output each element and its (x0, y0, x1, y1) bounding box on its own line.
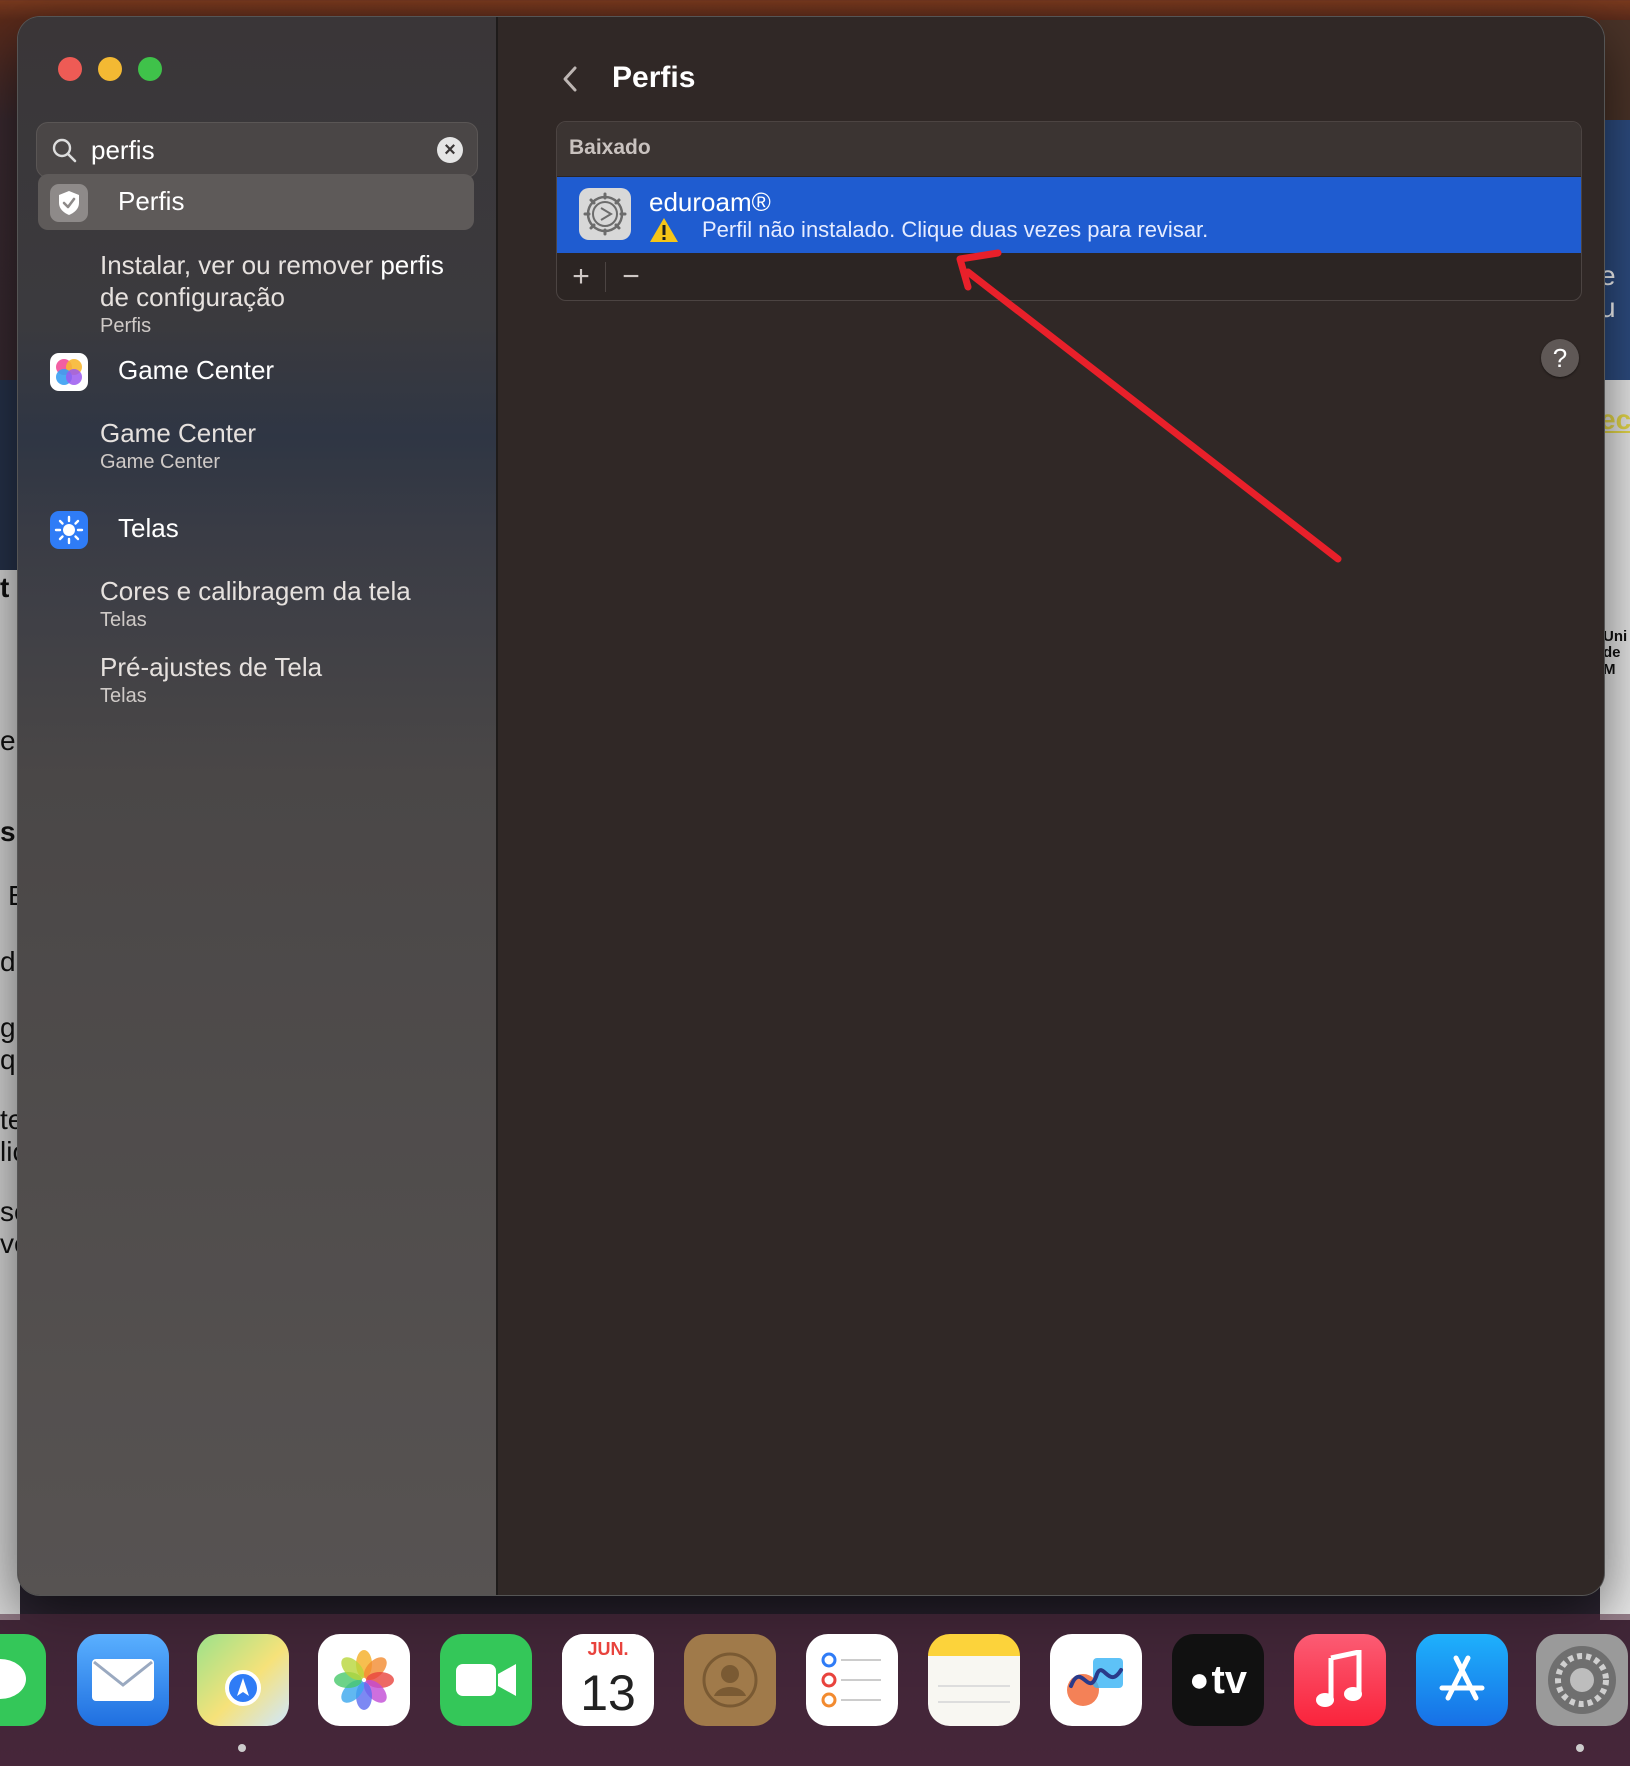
displays-sun-icon (50, 511, 88, 549)
profile-name: eduroam® (649, 187, 771, 217)
bg-fragment: de M (1603, 644, 1621, 678)
search-result-caption: Telas (100, 609, 147, 631)
result-title-highlight: perfis (380, 250, 444, 280)
apple-logo-icon: ● (1188, 1660, 1210, 1699)
bg-fragment: e (0, 725, 16, 756)
running-indicator (238, 1744, 246, 1752)
sidebar-item-game-center[interactable]: Game Center (38, 343, 474, 399)
bg-fragment: g (0, 1012, 16, 1043)
add-profile-button[interactable]: + (561, 258, 601, 296)
system-settings-window: × Perfis Instalar, ver ou remover perfis… (18, 17, 1604, 1595)
footer-divider (605, 262, 606, 292)
page-title: Perfis (612, 61, 696, 94)
mail-icon[interactable] (77, 1634, 169, 1726)
remove-profile-button[interactable]: − (611, 258, 651, 296)
photos-icon[interactable] (318, 1634, 410, 1726)
result-title-prefix: Instalar, ver ou remover (100, 250, 381, 280)
sidebar-item-label: Telas (118, 513, 179, 543)
game-center-icon (50, 353, 88, 391)
search-field[interactable]: × (36, 122, 478, 178)
background-window-left-banner (0, 380, 20, 570)
dock: JUN. 13 ● tv (0, 1614, 1630, 1766)
search-result-caption: Telas (100, 685, 147, 707)
bg-fragment: e u (1600, 260, 1616, 323)
app-store-icon[interactable] (1416, 1634, 1508, 1726)
freeform-icon[interactable] (1050, 1634, 1142, 1726)
bg-fragment: s (0, 816, 16, 847)
section-header: Baixado (557, 122, 1581, 176)
apple-tv-icon[interactable]: ● tv (1172, 1634, 1264, 1726)
bg-fragment: t (0, 572, 10, 603)
search-input[interactable] (89, 131, 423, 169)
section-header-label: Baixado (569, 136, 651, 159)
tv-label: tv (1211, 1657, 1248, 1702)
close-window-button[interactable] (58, 57, 82, 81)
system-settings-icon[interactable] (1536, 1634, 1628, 1726)
bg-fragment: eci (1600, 404, 1630, 435)
background-window-right-top (1600, 20, 1630, 120)
minimize-window-button[interactable] (98, 57, 122, 81)
search-result-caption: Game Center (100, 451, 221, 473)
facetime-icon[interactable] (440, 1634, 532, 1726)
search-result-title: Instalar, ver ou remover perfis de confi… (100, 249, 480, 313)
profile-row-eduroam[interactable]: eduroam® Perfil não instalado. Clique du… (557, 177, 1581, 253)
clear-search-icon[interactable]: × (437, 137, 463, 163)
calendar-month: JUN. (562, 1634, 654, 1664)
calendar-day: 13 (580, 1665, 636, 1721)
search-result-display-color[interactable]: Cores e calibragem da tela Telas (100, 575, 480, 632)
search-result-title: Game Center (100, 418, 257, 448)
background-window-right-banner (1600, 120, 1630, 380)
messages-icon[interactable] (0, 1634, 46, 1726)
profiles-checkmark-icon (50, 184, 88, 222)
search-result-title: Cores e calibragem da tela (100, 576, 411, 606)
sidebar-item-label: Perfis (118, 186, 185, 216)
calendar-icon[interactable]: JUN. 13 (562, 1634, 654, 1726)
bg-fragment: d (0, 946, 16, 977)
main-content: Perfis Baixado eduroam® Perfil não insta… (498, 17, 1604, 1595)
profiles-list: Baixado eduroam® Perfil não instalado. C… (556, 121, 1582, 301)
music-icon[interactable] (1294, 1634, 1386, 1726)
profile-gear-icon (579, 188, 631, 240)
reminders-icon[interactable] (806, 1634, 898, 1726)
search-result-title: Pré-ajustes de Tela (100, 652, 323, 682)
search-result-display-presets[interactable]: Pré-ajustes de Tela Telas (100, 651, 480, 708)
warning-icon (650, 218, 678, 242)
search-icon (52, 138, 77, 163)
notes-icon[interactable] (928, 1634, 1020, 1726)
sidebar-item-label: Game Center (118, 355, 275, 385)
search-result-game-center[interactable]: Game Center Game Center (100, 417, 480, 474)
list-footer: + − (557, 254, 1581, 300)
help-button[interactable]: ? (1541, 339, 1579, 377)
sidebar: × Perfis Instalar, ver ou remover perfis… (18, 17, 498, 1595)
sidebar-item-telas[interactable]: Telas (38, 501, 474, 557)
bg-fragment: Uni (1603, 628, 1628, 645)
running-indicator (1576, 1744, 1584, 1752)
back-chevron-icon[interactable] (560, 65, 580, 93)
sidebar-item-perfis[interactable]: Perfis (38, 174, 474, 230)
result-title-suffix: de configuração (100, 282, 286, 312)
maps-icon[interactable] (197, 1634, 289, 1726)
contacts-icon[interactable] (684, 1634, 776, 1726)
profile-status: Perfil não instalado. Clique duas vezes … (702, 217, 1209, 242)
search-result-configuration-profiles[interactable]: Instalar, ver ou remover perfis de confi… (100, 249, 480, 338)
zoom-window-button[interactable] (138, 57, 162, 81)
search-result-caption: Perfis (100, 315, 152, 337)
